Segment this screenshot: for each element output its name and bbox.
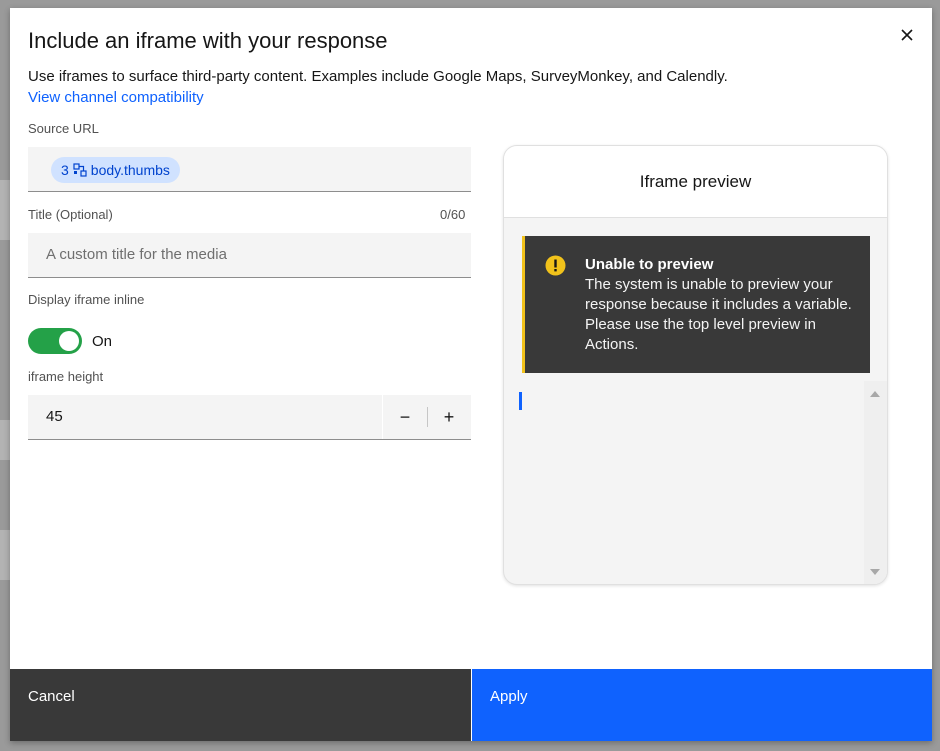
title-field-label: Title (Optional) — [28, 207, 113, 222]
increment-button[interactable]: + — [427, 395, 471, 439]
close-icon — [901, 29, 913, 41]
modal-title: Include an iframe with your response — [28, 28, 388, 53]
cancel-button[interactable]: Cancel — [10, 669, 471, 741]
notification-body: The system is unable to preview your res… — [585, 276, 852, 353]
iframe-height-label: iframe height — [28, 369, 104, 384]
notification-title: Unable to preview — [585, 256, 714, 273]
title-char-counter: 0/60 — [440, 207, 466, 222]
unable-to-preview-notification: Unable to preview The system is unable t… — [522, 236, 870, 373]
variable-chip[interactable]: 3 body.thumbs — [51, 157, 180, 183]
chip-step: 3 — [61, 162, 69, 178]
preview-header: Iframe preview — [504, 146, 887, 218]
chip-text: body.thumbs — [90, 162, 170, 178]
iframe-height-value: 45 — [46, 408, 63, 425]
display-inline-toggle[interactable] — [28, 328, 82, 354]
inline-toggle-label: Display iframe inline — [28, 292, 145, 307]
iframe-modal: Include an iframe with your response Use… — [10, 8, 932, 741]
source-url-field[interactable]: 3 body.thumbs — [28, 147, 471, 192]
bg-fragment — [0, 420, 10, 460]
toggle-knob — [59, 331, 79, 351]
scroll-down-arrow-icon[interactable] — [870, 569, 880, 575]
toggle-state-text: On — [92, 333, 113, 350]
source-url-label: Source URL — [28, 121, 99, 136]
iframe-preview-panel: Iframe preview Unable to preview The sys… — [503, 145, 888, 585]
bg-fragment — [0, 180, 10, 240]
close-button[interactable] — [894, 22, 920, 48]
title-placeholder: A custom title for the media — [46, 246, 227, 263]
bg-fragment — [0, 530, 10, 580]
scroll-up-arrow-icon[interactable] — [870, 391, 880, 397]
decrement-button[interactable]: − — [383, 395, 427, 439]
title-input[interactable]: A custom title for the media — [28, 233, 471, 278]
channel-compatibility-link[interactable]: View channel compatibility — [28, 89, 204, 106]
variable-icon — [73, 163, 87, 177]
iframe-height-input[interactable]: 45 − + — [28, 395, 471, 440]
apply-button[interactable]: Apply — [471, 669, 932, 741]
modal-footer: Cancel Apply — [10, 669, 932, 741]
warning-icon — [545, 255, 566, 276]
modal-description: Use iframes to surface third-party conte… — [28, 66, 748, 108]
preview-scrollbar[interactable] — [864, 381, 887, 584]
text-cursor — [519, 392, 522, 410]
description-text: Use iframes to surface third-party conte… — [28, 68, 728, 85]
